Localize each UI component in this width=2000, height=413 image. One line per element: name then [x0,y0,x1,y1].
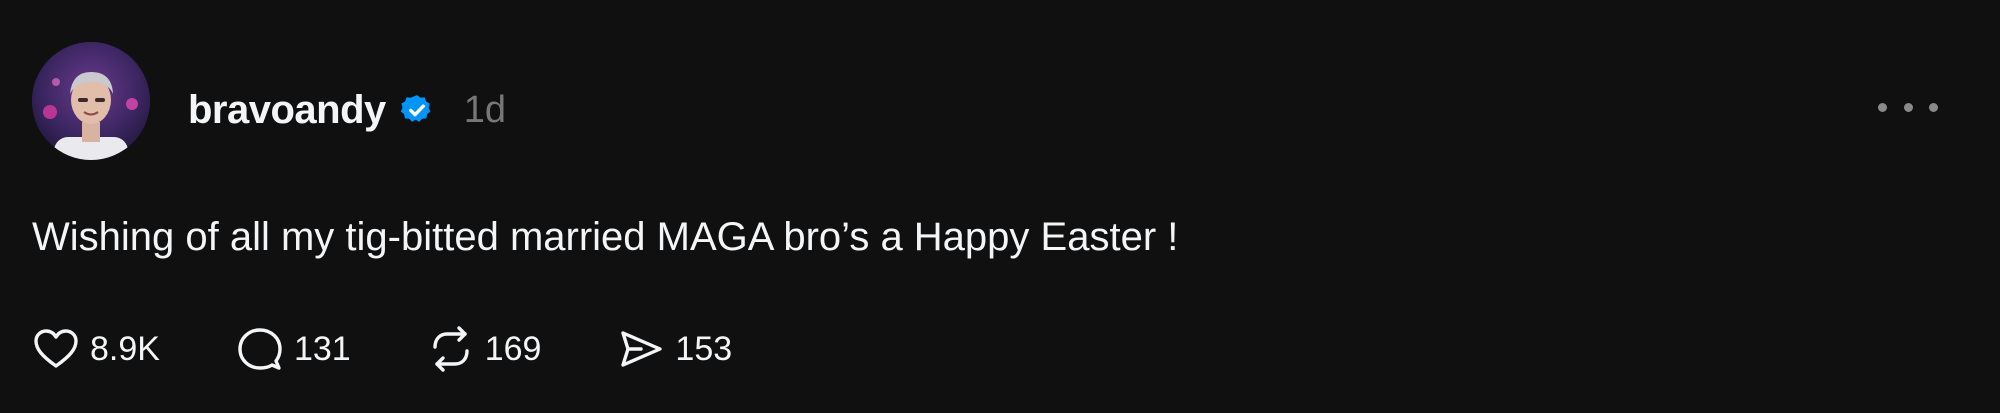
comment-icon [238,328,282,370]
repost-count: 169 [484,329,542,368]
verified-badge-icon [400,93,434,127]
more-options-icon[interactable] [1878,92,1938,122]
send-icon [621,331,663,367]
post-text: Wishing of all my tig-bitted married MAG… [32,215,1179,259]
share-button[interactable]: 153 [617,325,732,373]
thread-post: bravoandy 1d Wishing of all my tig-bitte… [0,0,2000,413]
heart-icon [34,329,78,368]
like-count: 8.9K [90,329,160,368]
reply-count: 131 [293,329,351,368]
avatar[interactable] [32,42,150,160]
repost-icon [432,326,469,372]
like-button[interactable]: 8.9K [32,325,160,373]
repost-button[interactable]: 169 [427,325,542,373]
share-count: 153 [675,329,733,368]
post-timestamp: 1d [463,88,507,131]
reply-button[interactable]: 131 [236,325,351,373]
post-actions: 8.9K 131 169 153 [32,322,808,376]
username[interactable]: bravoandy [188,88,386,133]
post-header: bravoandy 1d [188,80,506,140]
